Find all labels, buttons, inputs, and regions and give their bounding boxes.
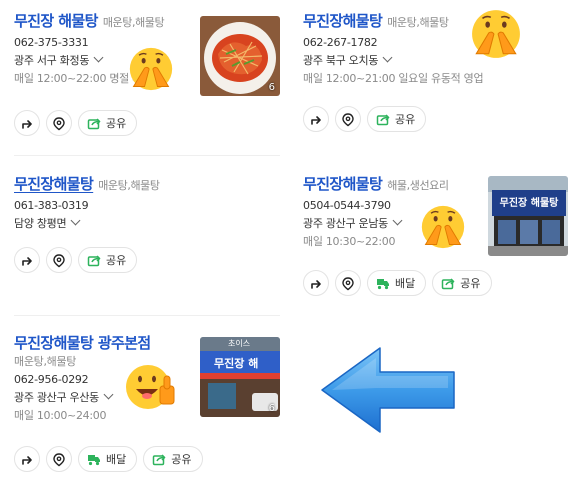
share-label: 공유: [106, 117, 127, 130]
listing-photo[interactable]: 초이스 무진장 해 6: [200, 337, 280, 417]
listing-photo[interactable]: 무진장 해물탕: [488, 176, 568, 256]
listing-actions: 배달 공유: [303, 270, 492, 296]
share-icon: [442, 278, 455, 290]
listing-actions: 공유: [14, 110, 138, 136]
listing-category: 매운탕,해물탕: [98, 179, 160, 192]
map-pin-icon: [53, 253, 65, 267]
map-pin-icon: [342, 276, 354, 290]
map-button[interactable]: [335, 106, 361, 132]
map-pin-icon: [342, 112, 354, 126]
listing-phone[interactable]: 062-267-1782: [303, 34, 573, 52]
map-button[interactable]: [46, 446, 72, 472]
face-emoji-icon: [421, 205, 465, 249]
delivery-label: 배달: [106, 453, 127, 466]
share-button[interactable]: 공유: [143, 446, 203, 472]
sign-text: 초이스: [228, 339, 251, 348]
listing-card: 무진장해물탕 매운탕,해물탕 061-383-0319 담양 창평면: [14, 173, 284, 233]
listing-hours: 매일 12:00~21:00 일요일 유동적 영업: [303, 72, 484, 85]
listing-address-text: 광주 서구 화정동: [14, 54, 90, 67]
listing-address-text: 담양 창평면: [14, 217, 67, 230]
listing-name-link[interactable]: 무진장해물탕: [303, 10, 383, 31]
chevron-down-icon: [70, 215, 81, 226]
map-button[interactable]: [335, 270, 361, 296]
photo-count-badge: 6: [268, 403, 275, 414]
share-icon: [87, 118, 101, 130]
listing-card: 무진장해물탕 매운탕,해물탕 062-267-1782 광주 북구 오치동 매일…: [303, 10, 573, 88]
listing-phone[interactable]: 061-383-0319: [14, 197, 284, 215]
chevron-down-icon: [93, 52, 104, 63]
map-button[interactable]: [46, 110, 72, 136]
chevron-down-icon: [382, 52, 393, 63]
listing-address-text: 광주 광산구 운남동: [303, 217, 388, 230]
listing-category: 매운탕,해물탕: [102, 16, 165, 29]
divider: [14, 315, 280, 316]
face-emoji-icon: [129, 47, 173, 91]
listing-name-link[interactable]: 무진장해물탕: [303, 173, 383, 194]
directions-button[interactable]: [303, 270, 329, 296]
directions-icon: [311, 116, 321, 125]
listing-name-link[interactable]: 무진장해물탕 광주본점: [14, 332, 151, 353]
listing-address[interactable]: 광주 북구 오치동: [303, 52, 573, 70]
delivery-button[interactable]: 배달: [78, 446, 138, 472]
share-button[interactable]: 공유: [78, 110, 138, 136]
map-button[interactable]: [46, 247, 72, 273]
share-label: 공유: [106, 254, 127, 267]
share-icon: [153, 454, 166, 466]
delivery-button[interactable]: 배달: [367, 270, 427, 296]
listing-name-link[interactable]: 무진장 해물탕: [14, 10, 98, 31]
share-button[interactable]: 공유: [367, 106, 427, 132]
share-button[interactable]: 공유: [432, 270, 492, 296]
share-icon: [376, 114, 390, 126]
listing-category: 매운탕,해물탕: [387, 16, 449, 29]
listing-category: 해물,생선요리: [387, 179, 449, 192]
delivery-icon: [377, 278, 389, 289]
listing-photo[interactable]: 6: [200, 16, 280, 96]
listing-actions: 공유: [14, 247, 138, 273]
listing-name-link[interactable]: 무진장해물탕: [14, 173, 94, 194]
sign-text: 무진장 해: [214, 357, 259, 370]
sign-text: 무진장 해물탕: [499, 198, 559, 209]
directions-button[interactable]: [14, 446, 40, 472]
directions-icon: [22, 456, 32, 465]
listing-actions: 배달 공유: [14, 446, 203, 472]
face-emoji-icon: [471, 9, 521, 59]
listing-address-text: 광주 북구 오치동: [303, 54, 379, 67]
directions-button[interactable]: [14, 110, 40, 136]
map-pin-icon: [53, 116, 65, 130]
directions-icon: [22, 120, 32, 129]
directions-icon: [311, 280, 321, 289]
map-pin-icon: [53, 452, 65, 466]
listing-address[interactable]: 담양 창평면: [14, 215, 284, 233]
share-button[interactable]: 공유: [78, 247, 138, 273]
delivery-label: 배달: [395, 277, 416, 290]
directions-button[interactable]: [303, 106, 329, 132]
share-label: 공유: [460, 277, 481, 290]
chevron-down-icon: [103, 389, 114, 400]
chevron-down-icon: [392, 215, 403, 226]
photo-count-badge: 6: [268, 82, 275, 93]
share-label: 공유: [395, 113, 416, 126]
share-label: 공유: [171, 453, 192, 466]
thumbs-up-emoji-icon: [125, 364, 175, 410]
listing-actions: 공유: [303, 106, 427, 132]
directions-button[interactable]: [14, 247, 40, 273]
listing-address-text: 광주 광산구 우산동: [14, 391, 99, 404]
delivery-icon: [88, 454, 100, 465]
share-icon: [87, 255, 101, 267]
left-arrow-icon: [321, 347, 455, 433]
directions-icon: [22, 257, 32, 266]
divider: [14, 155, 280, 156]
